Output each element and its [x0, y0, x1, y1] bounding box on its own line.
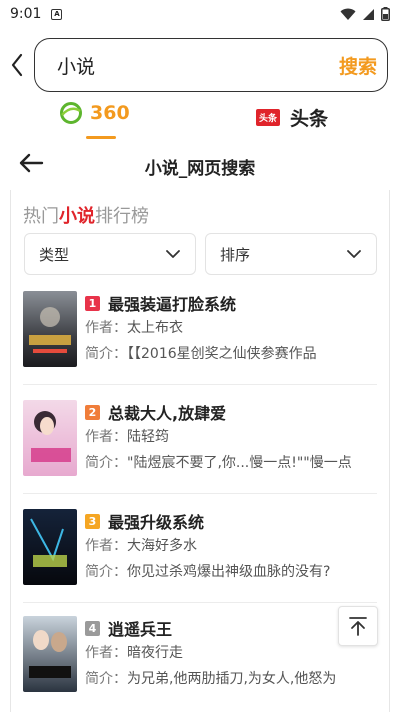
book-author: 作者：暗夜行走	[85, 642, 183, 662]
book-summary: 简介：为兄弟,他两肋插刀,为女人,他怒为	[85, 668, 377, 688]
list-divider	[23, 602, 377, 603]
author-name: 暗夜行走	[127, 645, 183, 661]
summary-label: 简介：	[85, 671, 127, 687]
book-title[interactable]: 最强升级系统	[108, 509, 204, 533]
ranking-title: 热门小说排行榜	[23, 202, 149, 228]
author-name: 太上布衣	[127, 320, 183, 336]
wifi-icon	[340, 8, 356, 20]
book-title[interactable]: 总裁大人,放肆爱	[108, 400, 226, 424]
ranking-panel: 热门小说排行榜 类型 排序 1 最强装逼打脸系统 作者：太上布衣 简介：【【20…	[10, 190, 390, 712]
summary-text: 【【2016星创奖之仙侠参赛作品	[127, 346, 317, 362]
book-cover	[23, 400, 77, 476]
web-header: 小说_网页搜索	[0, 146, 400, 186]
book-list-item[interactable]: 1 最强装逼打脸系统 作者：太上布衣 简介：【【2016星创奖之仙侠参赛作品	[23, 291, 377, 391]
author-name: 大海好多水	[127, 538, 197, 554]
status-icons	[340, 7, 390, 21]
summary-text: "陆煜宸不要了,你...慢一点!""慢一点	[127, 455, 352, 471]
author-name: 陆轻筠	[127, 429, 169, 445]
book-list-item[interactable]: 3 最强升级系统 作者：大海好多水 简介：你见过杀鸡爆出神级血脉的没有?	[23, 509, 377, 609]
rank-badge: 2	[85, 404, 100, 420]
list-divider	[23, 493, 377, 494]
arrow-up-to-top-icon	[349, 617, 367, 636]
chevron-left-icon	[11, 53, 23, 77]
battery-icon	[381, 7, 390, 21]
summary-text: 你见过杀鸡爆出神级血脉的没有?	[127, 564, 331, 580]
book-author: 作者：太上布衣	[85, 317, 183, 337]
book-title-row: 2 总裁大人,放肆爱	[85, 400, 226, 424]
back-button[interactable]	[6, 50, 28, 80]
author-label: 作者：	[85, 320, 127, 336]
book-cover	[23, 291, 77, 367]
book-title-row: 4 逍遥兵王	[85, 616, 172, 640]
sort-filter-label: 排序	[220, 245, 251, 264]
book-title-row: 3 最强升级系统	[85, 509, 204, 533]
book-list-item[interactable]: 2 总裁大人,放肆爱 作者：陆轻筠 简介："陆煜宸不要了,你...慢一点!""慢…	[23, 400, 377, 500]
search-query[interactable]: 小说	[57, 52, 95, 79]
author-label: 作者：	[85, 429, 127, 445]
ranking-title-highlight: 小说	[59, 206, 95, 227]
book-author: 作者：大海好多水	[85, 535, 197, 555]
rank-badge: 1	[85, 295, 100, 311]
chevron-down-icon	[347, 250, 361, 258]
status-time: 9:01	[10, 6, 42, 22]
toutiao-logo-icon: 头条	[256, 109, 281, 126]
search-input[interactable]: 小说 搜索	[34, 38, 388, 92]
ranking-title-prefix: 热门	[23, 206, 59, 227]
book-title[interactable]: 逍遥兵王	[108, 616, 172, 640]
tab-toutiao-label: 头条	[290, 108, 329, 130]
type-filter-dropdown[interactable]: 类型	[24, 233, 196, 275]
list-divider	[23, 384, 377, 385]
status-bar: 9:01 A	[0, 0, 400, 28]
web-page-title: 小说_网页搜索	[144, 159, 256, 179]
book-author: 作者：陆轻筠	[85, 426, 169, 446]
sort-filter-dropdown[interactable]: 排序	[205, 233, 377, 275]
tab-active-indicator	[86, 136, 116, 139]
summary-label: 简介：	[85, 455, 127, 471]
summary-text: 为兄弟,他两肋插刀,为女人,他怒为	[127, 671, 337, 687]
rank-badge: 3	[85, 513, 100, 529]
search-row: 小说 搜索	[0, 36, 400, 96]
search-engine-tabs: 360 头条 头条	[0, 98, 400, 140]
book-list-item[interactable]: 4 逍遥兵王 作者：暗夜行走 简介：为兄弟,他两肋插刀,为女人,他怒为	[23, 616, 377, 712]
360-logo-icon	[60, 102, 82, 124]
ranking-title-suffix: 排行榜	[95, 206, 149, 227]
tab-toutiao[interactable]: 头条 头条	[256, 104, 328, 131]
book-cover	[23, 509, 77, 585]
tab-360-label: 360	[90, 102, 130, 124]
author-label: 作者：	[85, 538, 127, 554]
tab-360[interactable]: 360	[60, 102, 130, 139]
rank-badge: 4	[85, 620, 100, 636]
book-summary: 简介：【【2016星创奖之仙侠参赛作品	[85, 343, 377, 363]
book-summary: 简介："陆煜宸不要了,你...慢一点!""慢一点	[85, 452, 377, 472]
signal-icon	[363, 8, 374, 20]
book-summary: 简介：你见过杀鸡爆出神级血脉的没有?	[85, 561, 377, 581]
book-title-row: 1 最强装逼打脸系统	[85, 291, 236, 315]
author-label: 作者：	[85, 645, 127, 661]
sim-icon: A	[51, 8, 63, 20]
chevron-down-icon	[166, 250, 180, 258]
back-to-top-button[interactable]	[338, 606, 378, 646]
type-filter-label: 类型	[39, 245, 70, 264]
book-title[interactable]: 最强装逼打脸系统	[108, 291, 236, 315]
summary-label: 简介：	[85, 346, 127, 362]
summary-label: 简介：	[85, 564, 127, 580]
search-button[interactable]: 搜索	[339, 52, 377, 79]
book-cover	[23, 616, 77, 692]
